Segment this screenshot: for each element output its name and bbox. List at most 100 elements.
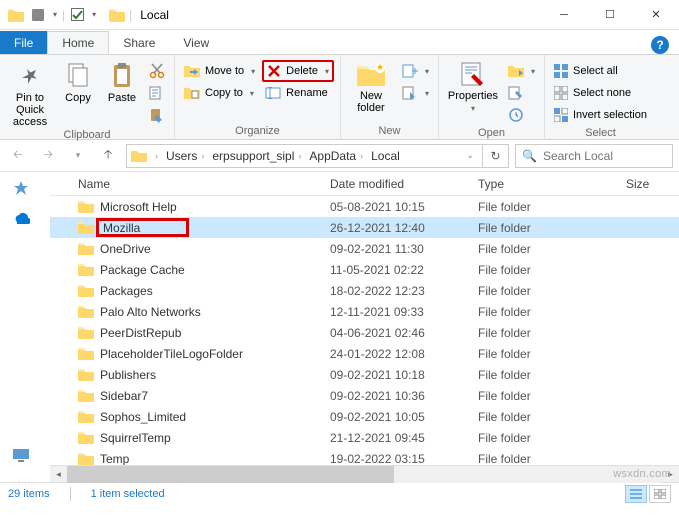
qa-dropdown-icon[interactable]: ▾ bbox=[50, 10, 60, 19]
column-size[interactable]: Size bbox=[626, 177, 679, 191]
chevron-down-icon: ▾ bbox=[250, 89, 254, 98]
details-view-button[interactable] bbox=[625, 485, 647, 503]
ribbon-group-select: Select all Select none Invert selection … bbox=[545, 55, 656, 139]
window-title: Local bbox=[140, 8, 169, 22]
column-name[interactable]: Name bbox=[78, 177, 330, 191]
select-all-button[interactable]: Select all bbox=[551, 60, 650, 82]
edit-icon[interactable] bbox=[505, 82, 538, 104]
search-input[interactable] bbox=[541, 148, 679, 164]
item-type: File folder bbox=[478, 263, 626, 277]
delete-button[interactable]: Delete▾ bbox=[262, 60, 334, 82]
breadcrumb-item[interactable]: erpsupport_sipl› bbox=[208, 149, 305, 163]
paste-shortcut-icon[interactable] bbox=[146, 104, 168, 126]
title-bar: ▾ | ▾ | Local ─ ☐ ✕ bbox=[0, 0, 679, 30]
table-row[interactable]: Packages18-02-2022 12:23File folder bbox=[50, 280, 679, 301]
refresh-button[interactable]: ↻ bbox=[483, 144, 509, 168]
select-none-button[interactable]: Select none bbox=[551, 82, 650, 104]
close-button[interactable]: ✕ bbox=[633, 0, 679, 30]
maximize-button[interactable]: ☐ bbox=[587, 0, 633, 30]
quick-access-icon[interactable] bbox=[12, 180, 30, 198]
breadcrumb-item[interactable]: Local bbox=[367, 149, 404, 163]
chevron-down-icon[interactable]: ⌄ bbox=[466, 150, 478, 161]
breadcrumbs[interactable]: › Users› erpsupport_sipl› AppData› Local… bbox=[126, 144, 483, 168]
qa-dropdown-2-icon[interactable]: ▾ bbox=[89, 10, 99, 19]
item-name: Mozilla bbox=[96, 218, 189, 237]
history-icon[interactable] bbox=[505, 104, 538, 126]
file-list: Name Date modified Type Size Microsoft H… bbox=[50, 172, 679, 482]
rename-button[interactable]: Rename bbox=[262, 82, 334, 104]
item-date: 26-12-2021 12:40 bbox=[330, 221, 478, 235]
tab-home[interactable]: Home bbox=[47, 31, 109, 54]
window-folder-icon bbox=[107, 5, 127, 25]
breadcrumb-item[interactable]: Users› bbox=[162, 149, 208, 163]
table-row[interactable]: Sophos_Limited 09-02-2021 10:05File folde… bbox=[50, 406, 679, 427]
table-row[interactable]: PeerDistRepub04-06-2021 02:46File folder bbox=[50, 322, 679, 343]
horizontal-scrollbar[interactable]: ◂▸ bbox=[50, 465, 679, 482]
easy-access-icon[interactable]: ▾ bbox=[399, 82, 432, 104]
breadcrumb-item[interactable]: AppData› bbox=[305, 149, 367, 163]
table-row[interactable]: Sidebar709-02-2021 10:36File folder bbox=[50, 385, 679, 406]
table-row[interactable]: Publishers 09-02-2021 10:18File folder bbox=[50, 364, 679, 385]
item-type: File folder bbox=[478, 368, 626, 382]
table-row[interactable]: Temp19-02-2022 03:15File folder bbox=[50, 448, 679, 465]
move-to-button[interactable]: Move to▾ bbox=[181, 60, 258, 82]
table-row[interactable]: Package Cache11-05-2021 02:22File folder bbox=[50, 259, 679, 280]
item-name: Palo Alto Networks bbox=[100, 305, 201, 319]
item-type: File folder bbox=[478, 221, 626, 235]
ribbon-group-organize: Move to▾ Copy to▾ Delete▾ Rename Organiz… bbox=[175, 55, 341, 139]
up-button[interactable]: 🡡 bbox=[96, 144, 120, 168]
properties-button[interactable]: Properties▾ bbox=[445, 58, 501, 113]
item-type: File folder bbox=[478, 305, 626, 319]
onedrive-icon[interactable] bbox=[12, 212, 30, 226]
copy-button[interactable]: Copy bbox=[58, 58, 98, 104]
open-icon[interactable]: ▾ bbox=[505, 60, 538, 82]
tab-file[interactable]: File bbox=[0, 31, 47, 54]
recent-locations-button[interactable]: ▾ bbox=[66, 144, 90, 168]
item-name: Sophos_Limited bbox=[100, 410, 186, 424]
table-row[interactable]: Palo Alto Networks12-11-2021 09:33File f… bbox=[50, 301, 679, 322]
ribbon-group-label: Open bbox=[445, 126, 538, 140]
item-date: 19-02-2022 03:15 bbox=[330, 452, 478, 466]
status-bar: 29 items 1 item selected bbox=[0, 482, 679, 505]
column-date[interactable]: Date modified bbox=[330, 177, 478, 191]
search-icon: 🔍 bbox=[522, 149, 537, 163]
table-row[interactable]: OneDrive09-02-2021 11:30File folder bbox=[50, 238, 679, 259]
item-name: Microsoft Help bbox=[100, 200, 177, 214]
item-name: Publishers bbox=[100, 368, 156, 382]
table-row[interactable]: Mozilla 26-12-2021 12:40File folder bbox=[50, 217, 679, 238]
thumbnails-view-button[interactable] bbox=[649, 485, 671, 503]
minimize-button[interactable]: ─ bbox=[541, 0, 587, 30]
ribbon-group-open: Properties▾ ▾ Open bbox=[439, 55, 545, 139]
copy-path-icon[interactable] bbox=[146, 82, 168, 104]
item-date: 09-02-2021 10:05 bbox=[330, 410, 478, 424]
copy-to-button[interactable]: Copy to▾ bbox=[181, 82, 258, 104]
tab-share[interactable]: Share bbox=[109, 31, 169, 54]
paste-button[interactable]: Paste bbox=[102, 58, 142, 104]
ribbon-group-clipboard: Pin to Quick access Copy Paste Clipboard bbox=[0, 55, 175, 139]
search-box[interactable]: 🔍 bbox=[515, 144, 673, 168]
ribbon-group-label: Organize bbox=[181, 124, 334, 138]
table-row[interactable]: SquirrelTemp21-12-2021 09:45File folder bbox=[50, 427, 679, 448]
qa-save-icon[interactable] bbox=[28, 5, 48, 25]
tab-view[interactable]: View bbox=[169, 31, 223, 54]
chevron-down-icon: ▾ bbox=[325, 67, 329, 76]
invert-selection-button[interactable]: Invert selection bbox=[551, 104, 650, 126]
item-type: File folder bbox=[478, 410, 626, 424]
help-icon[interactable]: ? bbox=[651, 36, 669, 54]
navigation-pane[interactable] bbox=[0, 172, 50, 482]
this-pc-icon[interactable] bbox=[12, 448, 30, 462]
item-date: 09-02-2021 10:36 bbox=[330, 389, 478, 403]
new-item-icon[interactable]: ▾ bbox=[399, 60, 432, 82]
qa-checkbox-icon[interactable] bbox=[67, 5, 87, 25]
item-date: 09-02-2021 10:18 bbox=[330, 368, 478, 382]
pin-to-quick-access-button[interactable]: Pin to Quick access bbox=[6, 58, 54, 128]
back-button[interactable]: 🡠 bbox=[6, 144, 30, 168]
table-row[interactable]: PlaceholderTileLogoFolder24-01-2022 12:0… bbox=[50, 343, 679, 364]
column-headers[interactable]: Name Date modified Type Size bbox=[50, 172, 679, 196]
table-row[interactable]: Microsoft Help05-08-2021 10:15File folde… bbox=[50, 196, 679, 217]
column-type[interactable]: Type bbox=[478, 177, 626, 191]
forward-button[interactable]: 🡢 bbox=[36, 144, 60, 168]
new-folder-button[interactable]: New folder bbox=[347, 58, 395, 114]
cut-icon[interactable] bbox=[146, 60, 168, 82]
item-type: File folder bbox=[478, 242, 626, 256]
